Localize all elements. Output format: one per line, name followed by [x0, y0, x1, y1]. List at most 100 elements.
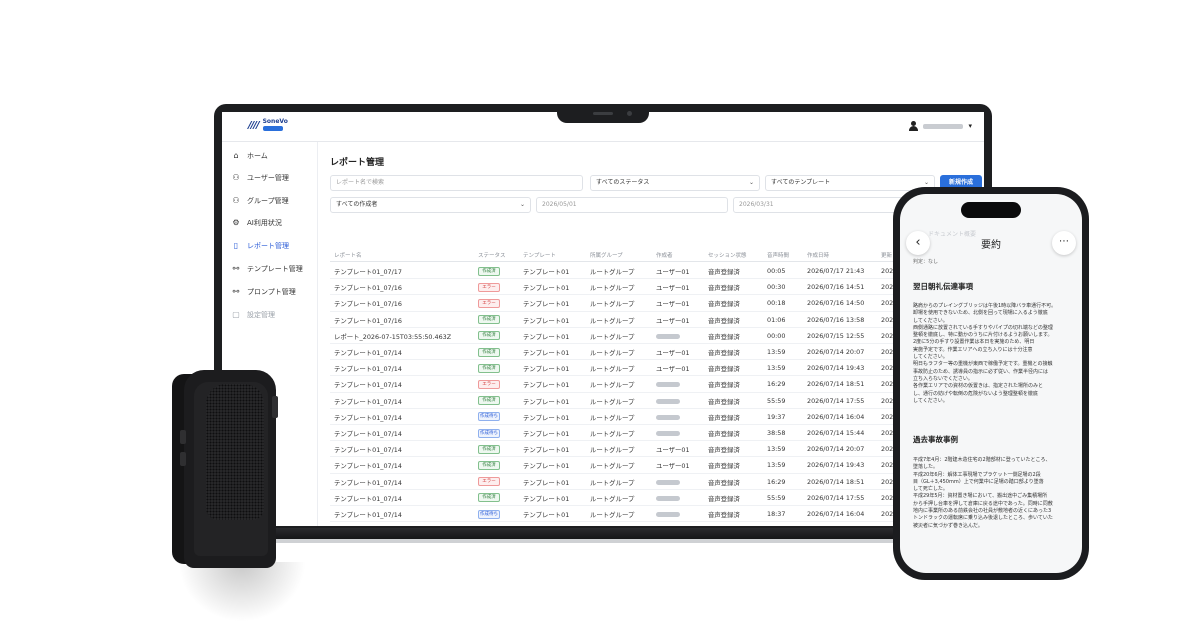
sidebar-item[interactable]: ⚇ グループ管理 [231, 194, 288, 208]
table-row[interactable]: テンプレート01_07/14 作成済 テンプレート01 ルートグループ ユーザー01 音声… [330, 457, 984, 474]
column-header[interactable]: 所属グループ [590, 251, 623, 259]
column-header[interactable]: 更新 [881, 251, 892, 259]
cell-session: 音声登録済 [708, 413, 740, 422]
cell-name[interactable]: テンプレート01_07/14 [334, 494, 402, 503]
status-badge: 作成済 [478, 493, 500, 503]
table-row[interactable]: テンプレート01_07/14 作成待ち テンプレート01 ルートグループ 音声登録済 19… [330, 409, 984, 425]
table-row[interactable]: テンプレート01_07/14 作成待ち テンプレート01 ルートグループ 音声登録済 18… [330, 506, 984, 523]
cell-group: ルートグループ [590, 365, 635, 374]
brand-logo[interactable]: //// SoneVo [248, 119, 288, 131]
sidebar-item[interactable]: ▢ 設定管理 [231, 308, 275, 322]
device-shadow [178, 562, 306, 622]
sidebar-item[interactable]: ⚇ ユーザー管理 [231, 171, 288, 185]
column-header[interactable]: 作成者 [656, 251, 673, 259]
user-name-redacted [923, 123, 964, 129]
cell-group: ルートグループ [590, 413, 635, 422]
cell-created: 2026/07/14 19:43 [807, 364, 865, 373]
section-body: 路肩からのプレイングブリッジは午後1時以降バラ車通行不可。 卸場を使用できないた… [913, 303, 1057, 404]
cell-name[interactable]: レポート_2026-07-15T03:55:50.463Z [334, 332, 451, 341]
cell-template: テンプレート01 [523, 349, 570, 357]
status-badge: エラー [478, 298, 500, 308]
sidebar-item-label: ホーム [247, 152, 268, 160]
sidebar-item[interactable]: ⚯ テンプレート管理 [231, 262, 303, 276]
cell-name[interactable]: テンプレート01_07/14 [334, 445, 402, 454]
table-row[interactable]: テンプレート01_07/14 エラー テンプレート01 ルートグループ 音声登録済 16:… [330, 474, 984, 490]
cell-name[interactable]: テンプレート01_07/14 [334, 413, 402, 422]
cell-name[interactable]: テンプレート01_07/16 [334, 299, 402, 308]
sidebar-item-label: テンプレート管理 [247, 265, 303, 273]
table-row[interactable]: テンプレート01_07/16 エラー テンプレート01 ルートグループ ユーザー01 音声… [330, 279, 984, 296]
group-icon: ⚇ [232, 196, 240, 205]
sidebar-item[interactable]: ⌂ ホーム [231, 149, 268, 163]
table-row[interactable]: テンプレート01_07/14 作成済 テンプレート01 ルートグループ 音声登録済 55:… [330, 490, 984, 506]
device-side-button [180, 430, 186, 444]
status-select[interactable]: すべてのステータス ⌄ [590, 175, 760, 191]
more-icon[interactable]: ⋯ [1052, 231, 1076, 255]
cell-group: ルートグループ [590, 430, 635, 438]
column-header[interactable]: 音声時間 [767, 251, 789, 259]
section-title: 翌日朝礼伝達事項 [913, 282, 973, 291]
cell-duration: 13:59 [767, 364, 786, 373]
cell-name[interactable]: テンプレート01_07/14 [334, 461, 402, 470]
cell-name[interactable]: テンプレート01_07/14 [334, 380, 402, 389]
cell-template: テンプレート01 [523, 478, 570, 487]
cell-name[interactable]: テンプレート01_07/17 [334, 267, 402, 276]
cell-creator: ユーザー01 [656, 349, 690, 357]
column-header[interactable]: セッション状態 [708, 251, 747, 259]
table-row[interactable]: テンプレート01_07/14 作成済 テンプレート01 ルートグループ ユーザー01 音声… [330, 360, 984, 377]
template-select[interactable]: すべてのテンプレート ⌄ [765, 175, 935, 191]
column-header[interactable]: レポート名 [334, 251, 362, 259]
user-menu[interactable]: ▾ [909, 121, 972, 131]
cell-name[interactable]: テンプレート01_07/14 [334, 397, 402, 406]
table-row[interactable]: テンプレート01_07/17 作成済 テンプレート01 ルートグループ ユーザー01 音声… [330, 263, 984, 280]
logo-name: SoneVo [262, 118, 288, 125]
table-row[interactable]: テンプレート01_07/14 作成済 テンプレート01 ルートグループ 音声登録済 55:… [330, 393, 984, 409]
cell-creator: ユーザー01 [656, 268, 690, 276]
cell-group: ルートグループ [590, 300, 635, 309]
cell-session: 音声登録済 [708, 478, 740, 487]
column-header[interactable]: ステータス [478, 251, 506, 259]
cell-creator: ユーザー01 [656, 300, 690, 309]
cell-session: 音声登録済 [708, 446, 740, 455]
cell-session: 音声登録済 [708, 462, 740, 471]
cell-template: テンプレート01 [523, 430, 570, 438]
table-row[interactable]: テンプレート01_07/16 作成済 テンプレート01 ルートグループ ユーザー01 音声… [330, 312, 984, 328]
table-row[interactable]: テンプレート01_07/14作成待ちテンプレート01ルートグループ音声登録済38… [330, 522, 984, 526]
cell-group: ルートグループ [590, 494, 635, 503]
table-row[interactable]: テンプレート01_07/14 作成済 テンプレート01 ルートグループ ユーザー01 音声… [330, 441, 984, 458]
cell-group: ルートグループ [590, 268, 635, 276]
creator-redacted [656, 512, 680, 517]
cell-name[interactable]: テンプレート01_07/14 [334, 478, 402, 487]
cell-created: 2026/07/14 15:44 [807, 429, 865, 437]
status-badge: 作成済 [478, 396, 500, 406]
cell-group: ルートグループ [590, 349, 635, 357]
cell-session: 音声登録済 [708, 511, 740, 519]
table-row[interactable]: テンプレート01_07/14 エラー テンプレート01 ルートグループ 音声登録済 16:… [330, 376, 984, 393]
cell-name[interactable]: テンプレート01_07/16 [334, 283, 402, 292]
cell-name[interactable]: テンプレート01_07/16 [334, 316, 402, 325]
sidebar-item[interactable]: ⚯ プロンプト管理 [231, 285, 296, 299]
date-from-input[interactable]: 2026/05/01 [536, 197, 728, 213]
table-row[interactable]: テンプレート01_07/14 作成済 テンプレート01 ルートグループ ユーザー01 音声… [330, 344, 984, 361]
cell-session: 音声登録済 [708, 268, 740, 276]
chevron-down-icon: ▾ [968, 122, 972, 130]
cell-name[interactable]: テンプレート01_07/14 [334, 510, 402, 519]
cell-duration: 00:05 [767, 267, 786, 275]
cell-name[interactable]: テンプレート01_07/14 [334, 348, 402, 357]
logo-badge [262, 126, 283, 131]
search-input[interactable]: レポート名で検索 [330, 175, 583, 191]
cell-name[interactable]: テンプレート01_07/14 [334, 429, 402, 438]
table-row[interactable]: レポート_2026-07-15T03:55:50.463Z 作成済 テンプレート01… [330, 328, 984, 344]
cell-name[interactable]: テンプレート01_07/14 [334, 364, 402, 373]
table-row[interactable]: テンプレート01_07/16 エラー テンプレート01 ルートグループ ユーザー01 音声… [330, 295, 984, 312]
creator-select[interactable]: すべての作成者 ⌄ [330, 197, 531, 213]
sidebar-item[interactable]: ▯ レポート管理 [231, 239, 289, 253]
cell-group: ルートグループ [590, 332, 635, 341]
table-row[interactable]: テンプレート01_07/14作成待ちテンプレート01ルートグループ音声登録済38… [330, 425, 984, 442]
cell-created: 2026/07/14 16:04 [807, 510, 865, 518]
column-header[interactable]: テンプレート [523, 251, 556, 259]
sidebar-item[interactable]: ⚙ AI利用状況 [231, 216, 281, 230]
cell-creator: ユーザー01 [656, 284, 690, 293]
cell-duration: 16:29 [767, 477, 786, 486]
column-header[interactable]: 作成日時 [807, 251, 829, 259]
